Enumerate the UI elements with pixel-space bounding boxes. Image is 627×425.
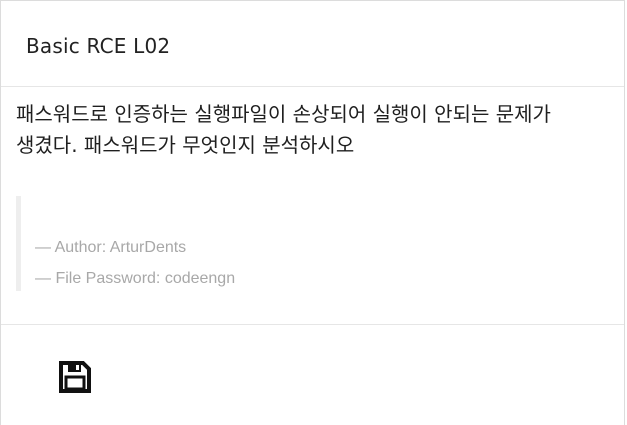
- card-footer: [1, 325, 624, 425]
- card-body: 패스워드로 인증하는 실행파일이 손상되어 실행이 안되는 문제가 생겼다. 패…: [1, 87, 624, 325]
- author-line: — Author: ArturDents: [35, 239, 187, 256]
- challenge-meta-quote: — Author: ArturDents — File Password: co…: [16, 196, 614, 291]
- card-header: Basic RCE L02: [1, 1, 624, 87]
- file-password-line: — File Password: codeengn: [35, 270, 236, 287]
- challenge-title: Basic RCE L02: [26, 34, 171, 58]
- challenge-description: 패스워드로 인증하는 실행파일이 손상되어 실행이 안되는 문제가 생겼다. 패…: [16, 102, 551, 157]
- challenge-card: Basic RCE L02 패스워드로 인증하는 실행파일이 손상되어 실행이 …: [0, 0, 625, 425]
- download-file-button[interactable]: [58, 360, 92, 394]
- save-icon: [59, 361, 91, 393]
